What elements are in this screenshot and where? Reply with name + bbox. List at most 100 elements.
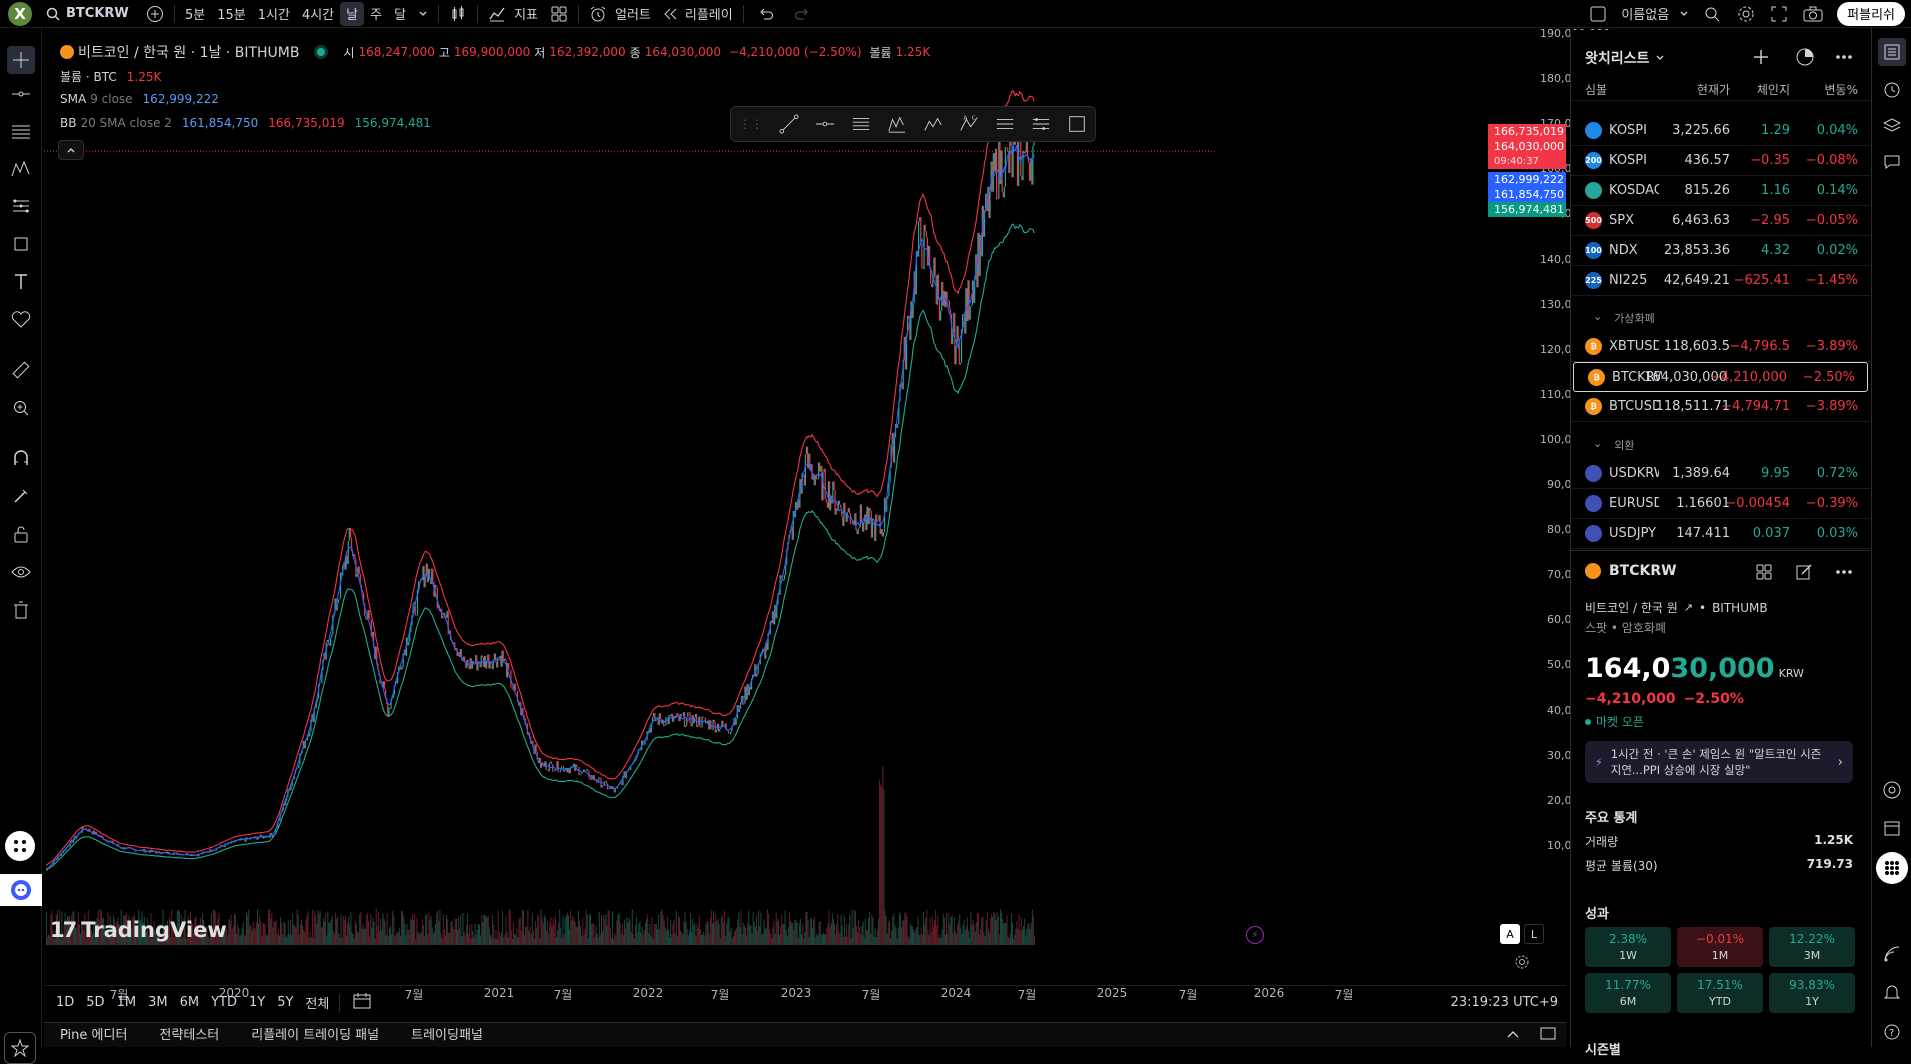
sma-legend[interactable]: SMA 9 close 162,999,222 — [60, 92, 219, 106]
symbol-title[interactable]: 비트코인 / 한국 원 · 1날 · BITHUMB — [78, 42, 299, 62]
interval-4h[interactable]: 4시간 — [296, 2, 340, 26]
collapse-panel-button[interactable] — [1496, 1028, 1530, 1043]
replay-button[interactable]: 리플레이 — [657, 2, 739, 26]
magnet-tool[interactable] — [7, 444, 35, 472]
seasonals-title[interactable]: 시즌별 — [1585, 1039, 1621, 1058]
watchlist-row[interactable]: USDKRW 1,389.64 9.95 0.72% — [1571, 459, 1870, 489]
watchlist-row[interactable]: KOSPI 3,225.66 1.29 0.04% — [1571, 116, 1870, 146]
help-button[interactable]: ? — [1878, 1018, 1906, 1046]
range-5d[interactable]: 5D — [80, 995, 110, 1010]
remove-drawings-tool[interactable] — [7, 596, 35, 624]
signal-button[interactable] — [1878, 940, 1906, 968]
products-button[interactable] — [1876, 852, 1908, 884]
hotlists-button[interactable] — [1878, 776, 1906, 804]
range-1m[interactable]: 1M — [111, 995, 143, 1010]
volume-legend[interactable]: 볼륨 · BTC 1.25K — [60, 68, 161, 85]
measure-tool[interactable] — [7, 356, 35, 384]
range-1d[interactable]: 1D — [50, 995, 80, 1010]
stay-drawing-tool[interactable] — [7, 482, 35, 510]
market-status[interactable]: 마켓 오픈 — [1585, 713, 1644, 730]
drag-handle-icon[interactable]: ⋮⋮ — [739, 117, 763, 131]
redo-button[interactable] — [784, 2, 820, 26]
news-card[interactable]: ⚡ 1시간 전 · '큰 손' 제임스 윈 "알트코인 시즌 지연...PPI … — [1585, 741, 1853, 783]
fib-tool[interactable] — [7, 118, 35, 146]
watchlist-row[interactable]: 225 NI225 42,649.21 −625.41 −1.45% — [1571, 266, 1870, 296]
advanced-view-icon[interactable] — [1795, 47, 1815, 67]
watchlist-row[interactable]: KOSDAQ 815.26 1.16 0.14% — [1571, 176, 1870, 206]
chart-pane[interactable]: 비트코인 / 한국 원 · 1날 · BITHUMB 시 168,247,000 … — [44, 27, 1610, 1002]
forecast-tool[interactable] — [7, 192, 35, 220]
abc-pattern-icon[interactable]: AC — [959, 113, 979, 135]
notifications-button[interactable] — [1878, 978, 1906, 1006]
apps-button[interactable] — [5, 831, 35, 861]
interval-1h[interactable]: 1시간 — [252, 2, 296, 26]
xabcd-pattern-icon[interactable] — [923, 113, 943, 135]
col-symbol[interactable]: 심볼 — [1585, 81, 1607, 98]
chart-type-button[interactable] — [443, 2, 473, 26]
trendline-icon[interactable] — [779, 113, 799, 135]
range-5y[interactable]: 5Y — [271, 995, 299, 1010]
goto-date-button[interactable] — [344, 992, 380, 1014]
interval-1w[interactable]: 주 — [364, 2, 388, 26]
parallel-channel-icon[interactable] — [851, 113, 871, 135]
edit-icon[interactable] — [1795, 563, 1813, 581]
watchlist-row[interactable]: EURUSD 1.16601 −0.00454 −0.39% — [1571, 489, 1870, 519]
watchlist-row[interactable]: ₿ BTCUSD 118,511.71 −4,794.71 −3.89% — [1571, 392, 1870, 422]
watchlist-row[interactable]: ₿ BTCKRW 164,030,000 −4,210,000 −2.50% — [1573, 362, 1868, 392]
layout-select[interactable]: 이름없음 — [1583, 2, 1695, 26]
publish-button[interactable]: 퍼블리쉬 — [1837, 1, 1905, 26]
range-1y[interactable]: 1Y — [243, 995, 271, 1010]
col-change-pct[interactable]: 변동% — [1825, 81, 1858, 98]
rectangle-draw-icon[interactable] — [1067, 113, 1087, 135]
maximize-panel-button[interactable] — [1530, 1026, 1566, 1044]
timezone-clock[interactable]: 23:19:23 UTC+9 — [1451, 995, 1566, 1010]
pitchfork-icon[interactable] — [887, 113, 907, 135]
grid-icon[interactable] — [1755, 563, 1773, 581]
detail-symbol[interactable]: BTCKRW — [1609, 563, 1677, 579]
more-icon[interactable] — [1835, 54, 1853, 60]
hide-drawings-tool[interactable] — [7, 558, 35, 586]
chats-button[interactable] — [1878, 148, 1906, 176]
interval-1d[interactable]: 날 — [340, 1, 365, 26]
assistant-button[interactable] — [0, 874, 42, 906]
watchlist-sidebar-button[interactable] — [1878, 38, 1906, 66]
chevron-down-icon[interactable] — [1655, 53, 1665, 63]
section-fx[interactable]: ⌄ 외환 — [1593, 437, 1634, 453]
bb-legend[interactable]: BB 20 SMA close 2 161,854,750 166,735,01… — [60, 116, 431, 130]
settings-button[interactable] — [1729, 2, 1763, 26]
pattern-tool[interactable] — [7, 155, 35, 183]
quick-search-button[interactable] — [1695, 2, 1729, 26]
watchlist-star-button[interactable] — [4, 1032, 36, 1064]
tab-trading-panel[interactable]: 트레이딩패널 — [395, 1023, 499, 1048]
tab-pine-editor[interactable]: Pine 에디터 — [44, 1023, 143, 1048]
watchlist-row[interactable]: USDJPY 147.411 0.037 0.03% — [1571, 519, 1870, 549]
auto-scale-button[interactable]: A — [1500, 924, 1520, 944]
interval-1m[interactable]: 달 — [388, 2, 412, 26]
watchlist-title[interactable]: 왓치리스트 — [1585, 48, 1649, 68]
crosshair-tool[interactable] — [7, 46, 35, 74]
snapshot-button[interactable] — [1795, 2, 1831, 26]
layout-templates-button[interactable] — [544, 2, 574, 26]
shape-tool[interactable] — [7, 230, 35, 258]
trendline-tool[interactable] — [7, 80, 35, 108]
watchlist-row[interactable]: 200 KOSPI 436.57 −0.35 −0.08% — [1571, 146, 1870, 176]
watchlist-row[interactable]: 500 SPX 6,463.63 −2.95 −0.05% — [1571, 206, 1870, 236]
compare-button[interactable] — [140, 2, 170, 26]
col-last[interactable]: 현재가 — [1697, 81, 1730, 98]
alert-button[interactable]: 얼러트 — [583, 2, 657, 26]
section-crypto[interactable]: ⌄ 가상화폐 — [1593, 310, 1655, 326]
more-icon[interactable] — [1835, 569, 1853, 575]
calendar-button[interactable] — [1878, 814, 1906, 842]
external-link-icon[interactable]: ↗ — [1684, 601, 1693, 614]
watchlist-row[interactable]: ₿ XBTUSD 118,603.5 −4,796.5 −3.89% — [1571, 332, 1870, 362]
range-3m[interactable]: 3M — [142, 995, 174, 1010]
indicators-button[interactable]: 지표 — [482, 2, 544, 26]
text-tool[interactable] — [7, 268, 35, 296]
interval-5m[interactable]: 5분 — [179, 2, 211, 26]
log-scale-button[interactable]: L — [1524, 924, 1544, 944]
zoom-tool[interactable] — [7, 394, 35, 422]
collapse-legend-button[interactable] — [58, 140, 84, 160]
forecast-lines-icon[interactable] — [995, 113, 1015, 135]
tab-replay-trading[interactable]: 리플레이 트레이딩 패널 — [235, 1023, 395, 1048]
price-chart[interactable] — [44, 30, 1566, 985]
